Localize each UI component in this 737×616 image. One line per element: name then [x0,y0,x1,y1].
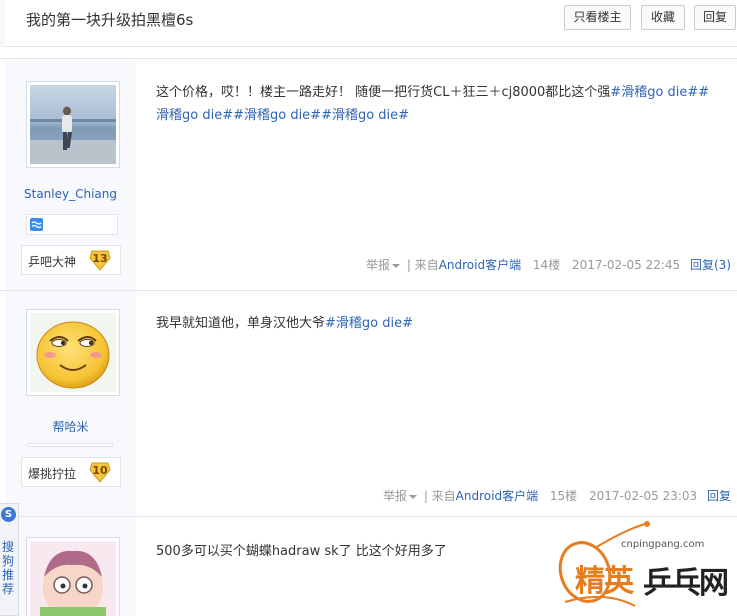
user-badges [26,214,118,235]
author-column: 帮哈米 爆挑拧拉 10 [5,291,136,516]
reply-button[interactable]: 回复 [694,5,736,30]
report-label: 举报 [382,489,407,503]
user-badges [27,443,113,447]
author-name[interactable]: Stanley_Chiang [5,187,136,201]
author-name[interactable]: 帮哈米 [5,418,136,435]
author-column [5,517,136,616]
header-left-strip [0,0,5,47]
level-name: 爆挑拧拉 [28,467,77,481]
avatar-photo [30,85,116,164]
author-column: Stanley_Chiang 乒吧大神 13 [5,59,136,290]
watermark-brand-b: 乒乓网 [643,566,729,601]
post-text: 我早就知道他，单身汉他大爷 [156,316,326,331]
watermark-url: cnpingpang.com [621,539,705,550]
watermark-brand-a: 精英 [575,564,634,599]
post-text: 500多可以买个蝴蝶hadraw sk了 比这个好用多了 [156,544,447,559]
post-time: 2017-02-05 22:45 [572,258,681,272]
floor-number: 15楼 [549,489,578,503]
level-badge-icon: 10 [89,461,111,483]
user-level[interactable]: 乒吧大神 13 [21,245,121,275]
only-op-button[interactable]: 只看楼主 [564,5,631,30]
avatar[interactable] [26,81,120,168]
thread-title: 我的第一块升级拍黑檀6s [26,11,194,29]
post-floor-15: 帮哈米 爆挑拧拉 10 我早就知道他，单身汉他大爷#滑稽go die# 举报 |… [0,291,737,517]
report-link[interactable]: 举报 [363,258,400,272]
post-content: 我早就知道他，单身汉他大爷#滑稽go die# [156,312,716,335]
source-prefix: | 来自 [406,258,439,272]
level-badge-icon: 13 [89,249,111,271]
wave-badge-icon [30,218,43,231]
post-meta: 举报 | 来自Android客户端 15楼 2017-02-05 23:03 回… [377,487,731,504]
post-text: 这个价格，哎！！楼主一路走好！ 随便一把行货CL＋狂三＋cj8000都比这个强 [156,85,611,100]
report-label: 举报 [365,258,390,272]
avatar[interactable] [26,309,120,396]
sogou-icon: S [1,507,16,522]
level-name: 乒吧大神 [28,255,77,269]
avatar-cartoon [30,541,116,616]
post-floor-14: Stanley_Chiang 乒吧大神 13 这个价格，哎！！楼主一路走好！ 随… [0,59,737,291]
post-content: 这个价格，哎！！楼主一路走好！ 随便一把行货CL＋狂三＋cj8000都比这个强#… [156,81,716,127]
share-tab-label: 搜狗推荐 [2,540,15,596]
report-link[interactable]: 举报 [380,489,417,503]
sogou-share-tab[interactable]: S 搜狗推荐 [0,503,19,616]
floor-number: 14楼 [532,258,561,272]
avatar-smiley [30,313,116,392]
level-number: 10 [92,464,108,477]
post-time: 2017-02-05 23:03 [589,489,698,503]
reply-count-link[interactable]: 回复(3) [690,258,731,272]
header-gap [0,47,737,59]
chevron-down-icon [392,263,400,268]
source-prefix: | 来自 [423,489,456,503]
post-meta: 举报 | 来自Android客户端 14楼 2017-02-05 22:45 回… [360,256,731,273]
topic-link[interactable]: #滑稽go die# [325,316,413,331]
reply-link[interactable]: 回复 [707,489,731,503]
favorite-button[interactable]: 收藏 [641,5,685,30]
site-watermark: cnpingpang.com 精英 乒乓网 [555,520,735,614]
source-link[interactable]: Android客户端 [439,258,521,272]
level-number: 13 [92,252,108,265]
avatar[interactable] [26,537,120,616]
user-level[interactable]: 爆挑拧拉 10 [21,457,121,487]
thread-header: 我的第一块升级拍黑檀6s 只看楼主 收藏 回复 [0,0,737,47]
chevron-down-icon [408,494,417,499]
source-link[interactable]: Android客户端 [456,489,538,503]
